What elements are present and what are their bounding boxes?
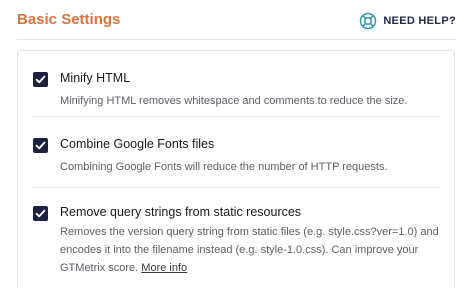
need-help-link[interactable]: NEED HELP? [359, 10, 456, 32]
combine-google-fonts-description: Combining Google Fonts will reduce the n… [60, 161, 388, 173]
option-minify-html: Minify HTML Minifying HTML removes white… [18, 51, 454, 116]
need-help-label: NEED HELP? [383, 15, 456, 27]
option-combine-google-fonts: Combine Google Fonts files Combining Goo… [18, 117, 454, 187]
lifebuoy-icon [360, 12, 377, 30]
page-title: Basic Settings [17, 11, 121, 28]
remove-query-strings-checkbox[interactable] [33, 206, 48, 221]
checkmark-icon [35, 75, 46, 84]
header-divider [17, 39, 457, 40]
checkmark-icon [35, 209, 46, 218]
minify-html-label: Minify HTML [60, 71, 131, 85]
settings-header: Basic Settings NEED HELP? [0, 0, 474, 40]
remove-query-strings-description-block: Removes the version query string from st… [60, 223, 450, 277]
settings-card: Minify HTML Minifying HTML removes white… [17, 50, 455, 288]
minify-html-checkbox[interactable] [33, 72, 48, 87]
checkmark-icon [35, 141, 46, 150]
combine-google-fonts-checkbox[interactable] [33, 138, 48, 153]
remove-query-strings-label: Remove query strings from static resourc… [60, 205, 302, 219]
minify-html-description: Minifying HTML removes whitespace and co… [60, 95, 408, 107]
more-info-link[interactable]: More info [141, 262, 187, 274]
option-remove-query-strings: Remove query strings from static resourc… [18, 188, 454, 288]
remove-query-strings-description: Removes the version query string from st… [60, 226, 439, 274]
combine-google-fonts-label: Combine Google Fonts files [60, 137, 215, 151]
